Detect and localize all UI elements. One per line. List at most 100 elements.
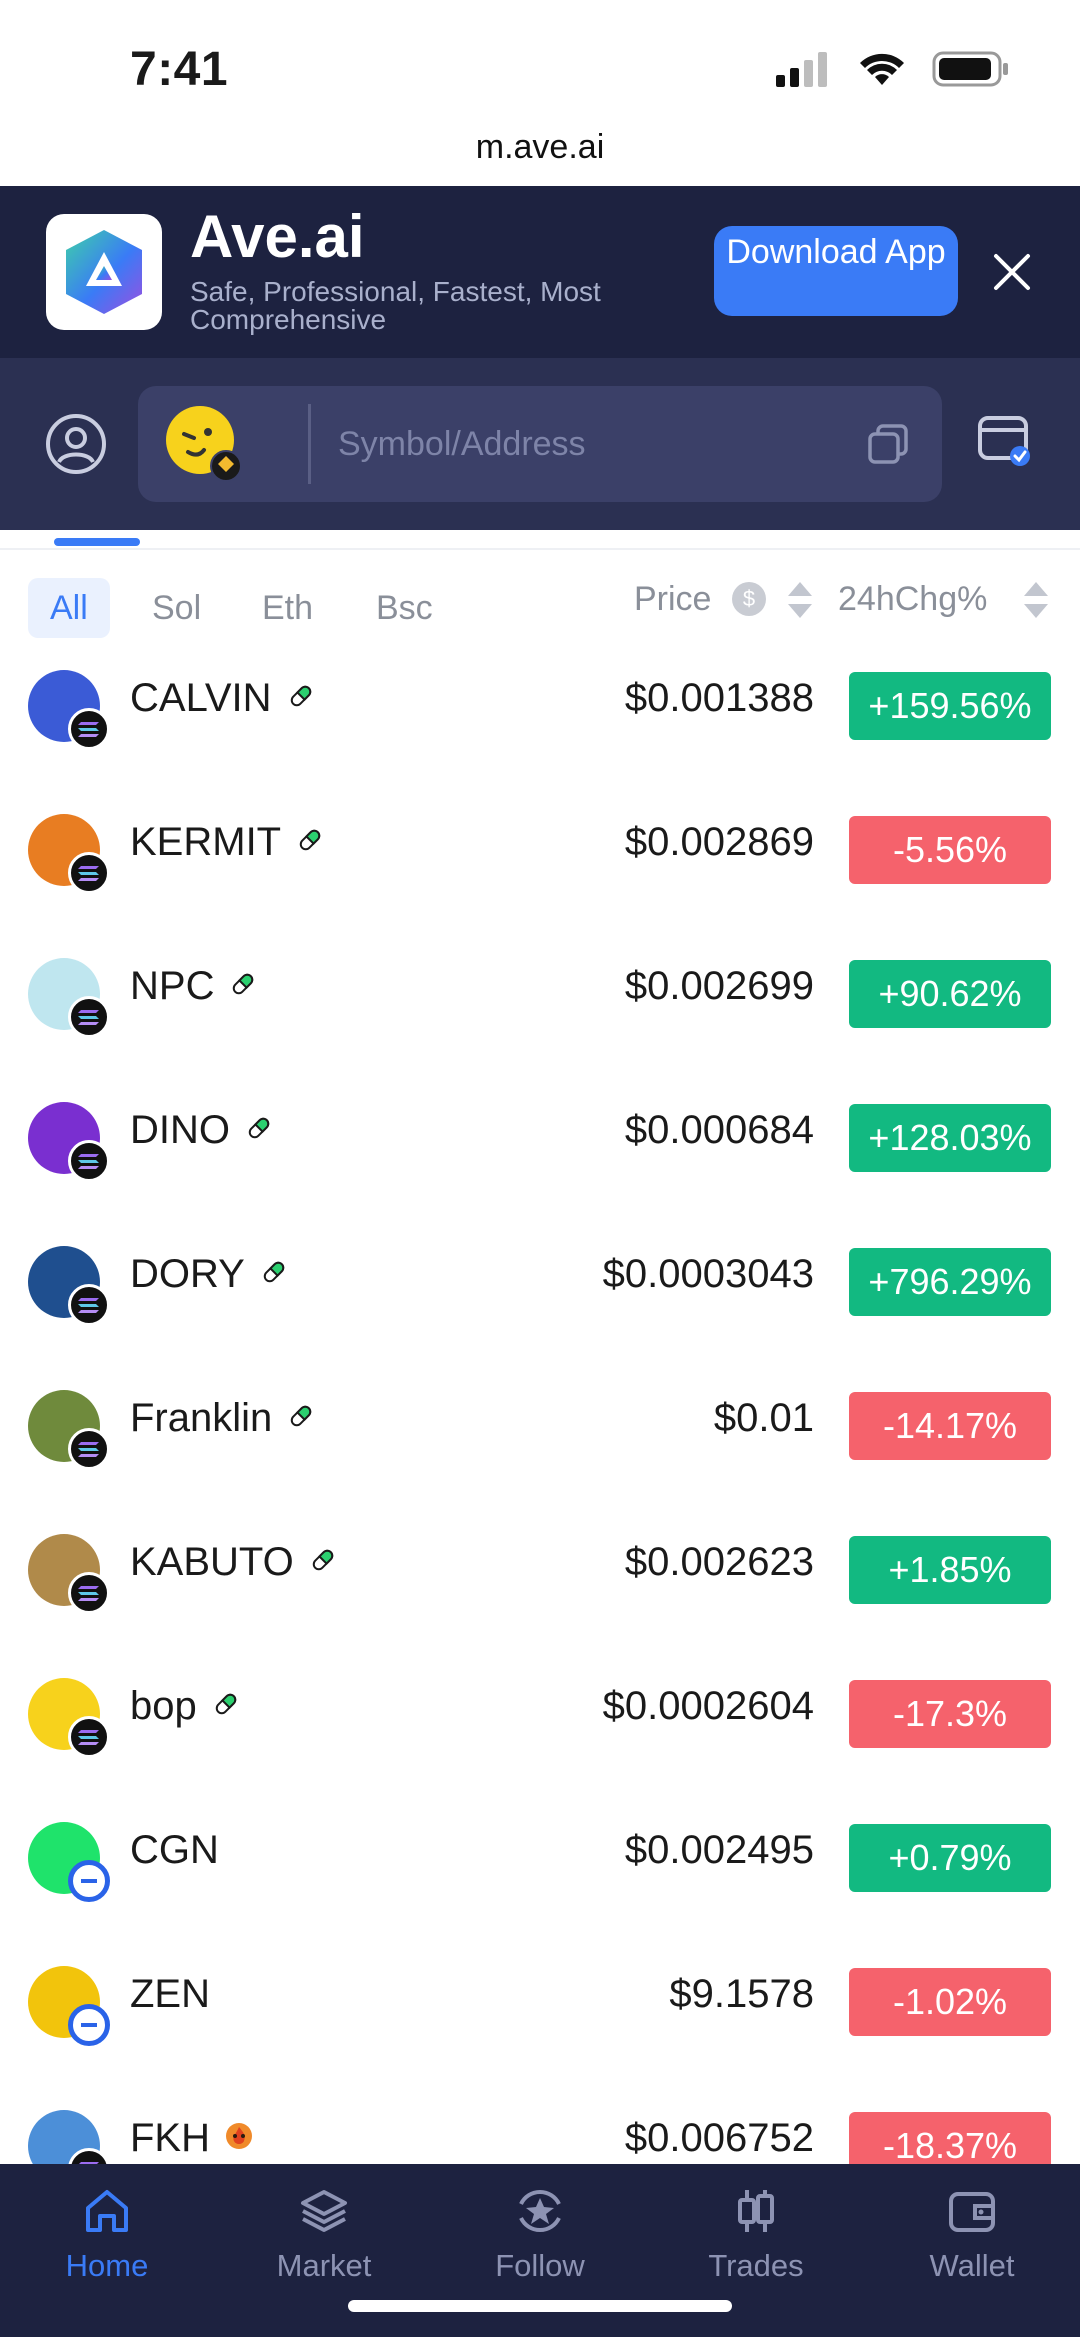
token-name: DORY (130, 1252, 289, 1297)
filter-chip-eth[interactable]: Eth (240, 578, 335, 638)
search-divider (308, 404, 311, 484)
nav-follow-label: Follow (495, 2248, 585, 2283)
bop-chain-icon[interactable] (164, 404, 242, 482)
token-list: CALVIN $0.001388 +159.56% KERMIT $0.002869 -5… (0, 646, 1080, 2164)
token-symbol: KERMIT (130, 820, 282, 864)
nav-market[interactable]: Market (244, 2184, 404, 2284)
home-icon (86, 2190, 128, 2232)
nav-home-label: Home (65, 2248, 149, 2283)
token-price: $0.01 (713, 1396, 814, 1440)
change-badge: +90.62% (849, 960, 1051, 1028)
nav-trades[interactable]: Trades (676, 2184, 836, 2284)
token-row[interactable]: KABUTO $0.002623 +1.85% (0, 1510, 1080, 1654)
banner-subtitle: Safe, Professional, Fastest, Most Compre… (190, 276, 601, 335)
token-row[interactable]: KERMIT $0.002869 -5.56% (0, 790, 1080, 934)
token-name: NPC (130, 964, 258, 1009)
filter-row: All Sol Eth Bsc Price $ 24hChg% (0, 572, 1080, 642)
user-icon[interactable] (44, 412, 108, 476)
token-symbol: ZEN (130, 1972, 210, 2016)
download-app-button[interactable]: Download App (714, 226, 958, 316)
nav-trades-label: Trades (708, 2248, 804, 2283)
pump-pill-icon (259, 1252, 289, 1297)
token-row[interactable]: Franklin $0.01 -14.17% (0, 1366, 1080, 1510)
divider (0, 548, 1080, 550)
search-input[interactable] (338, 386, 838, 502)
wallet-connect-icon[interactable] (974, 408, 1034, 468)
nav-home[interactable]: Home (27, 2184, 187, 2284)
search-box[interactable] (138, 386, 942, 502)
pump-pill-icon (295, 820, 325, 865)
ave-logo (46, 214, 162, 330)
token-price: $0.0002604 (602, 1684, 814, 1728)
change-badge: +0.79% (849, 1824, 1051, 1892)
status-time: 7:41 (130, 43, 229, 96)
solana-chain-icon (68, 1428, 110, 1470)
change-sort-label[interactable]: 24hChg% (838, 580, 987, 619)
change-badge: +1.85% (849, 1536, 1051, 1604)
pump-pill-icon (211, 1684, 241, 1729)
candlestick-icon (738, 2190, 774, 2232)
token-name: ZEN (130, 1972, 210, 2017)
token-price: $0.000684 (624, 1108, 814, 1152)
solana-chain-icon (68, 2148, 110, 2164)
token-row[interactable]: FKH $0.006752 -18.37% (0, 2086, 1080, 2164)
solana-chain-icon (68, 1716, 110, 1758)
token-symbol: NPC (130, 964, 215, 1008)
status-bar: 7:41 (0, 0, 1080, 125)
wifi-icon (860, 53, 904, 85)
solana-chain-icon (68, 996, 110, 1038)
wallet-icon (949, 2192, 995, 2232)
filter-chip-bsc[interactable]: Bsc (354, 578, 455, 638)
change-badge: -14.17% (849, 1392, 1051, 1460)
browser-url[interactable]: m.ave.ai (0, 128, 1080, 167)
filter-chip-all[interactable]: All (28, 578, 110, 638)
token-row[interactable]: CGN $0.002495 +0.79% (0, 1798, 1080, 1942)
active-tab-indicator (54, 538, 140, 546)
solana-chain-icon (68, 1140, 110, 1182)
chain-icon (68, 1860, 110, 1902)
token-price: $0.002495 (624, 1828, 814, 1872)
token-symbol: Franklin (130, 1396, 273, 1440)
token-symbol: DORY (130, 1252, 245, 1296)
token-symbol: CALVIN (130, 676, 272, 720)
battery-icon (932, 51, 1008, 87)
nav-wallet[interactable]: Wallet (892, 2184, 1052, 2284)
status-icons (776, 50, 1010, 88)
token-row[interactable]: ZEN $9.1578 -1.02% (0, 1942, 1080, 2086)
token-name: Franklin (130, 1396, 316, 1441)
token-price: $9.1578 (669, 1972, 814, 2016)
price-sort-label[interactable]: Price (634, 580, 711, 619)
nav-wallet-label: Wallet (929, 2248, 1015, 2283)
token-symbol: DINO (130, 1108, 230, 1152)
solana-chain-icon (68, 1284, 110, 1326)
token-row[interactable]: CALVIN $0.001388 +159.56% (0, 646, 1080, 790)
token-name: KABUTO (130, 1540, 338, 1585)
token-name: FKH (130, 2116, 254, 2161)
change-sort-icon[interactable] (1022, 580, 1050, 620)
pump-pill-icon (308, 1540, 338, 1585)
currency-dollar-icon[interactable]: $ (732, 582, 766, 616)
pump-pill-icon (244, 1108, 274, 1153)
filter-chip-sol[interactable]: Sol (130, 578, 223, 638)
price-sort-icon[interactable] (786, 580, 814, 620)
change-badge: +159.56% (849, 672, 1051, 740)
token-row[interactable]: DORY $0.0003043 +796.29% (0, 1222, 1080, 1366)
nav-follow[interactable]: Follow (460, 2184, 620, 2284)
token-name: DINO (130, 1108, 274, 1153)
token-row[interactable]: bop $0.0002604 -17.3% (0, 1654, 1080, 1798)
copy-icon[interactable] (864, 420, 912, 468)
change-badge: -5.56% (849, 816, 1051, 884)
token-row[interactable]: NPC $0.002699 +90.62% (0, 934, 1080, 1078)
change-badge: +128.03% (849, 1104, 1051, 1172)
token-price: $0.006752 (624, 2116, 814, 2160)
layers-icon (301, 2190, 347, 2232)
close-icon[interactable] (990, 250, 1034, 294)
nav-market-label: Market (276, 2248, 372, 2283)
token-row[interactable]: DINO $0.000684 +128.03% (0, 1078, 1080, 1222)
token-price: $0.002869 (624, 820, 814, 864)
token-symbol: KABUTO (130, 1540, 294, 1584)
change-badge: -17.3% (849, 1680, 1051, 1748)
token-price: $0.001388 (624, 676, 814, 720)
pump-pill-icon (228, 964, 258, 1009)
token-name: CGN (130, 1828, 219, 1873)
